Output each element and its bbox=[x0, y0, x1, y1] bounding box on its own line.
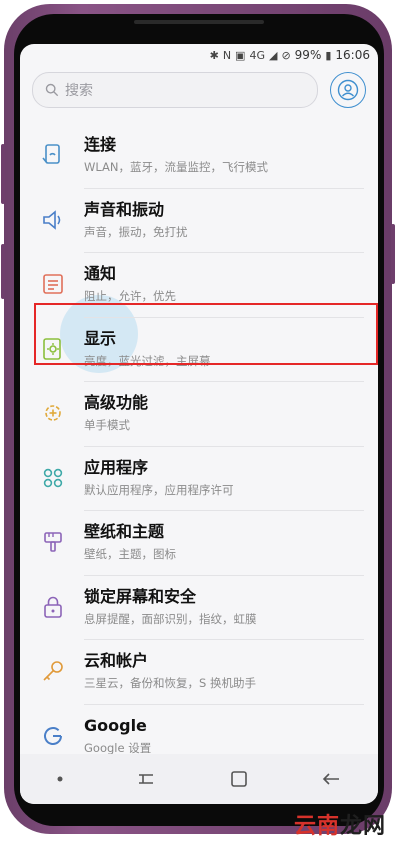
bluetooth-icon: ✱ bbox=[209, 48, 219, 62]
settings-list: 连接 WLAN，蓝牙，流量监控，飞行模式 声音和振动 声音，振动，免打扰 通知 … bbox=[20, 124, 378, 769]
do-not-disturb-icon: ⊘ bbox=[281, 48, 291, 62]
profile-button[interactable] bbox=[330, 72, 366, 108]
battery-level: 99% bbox=[294, 48, 322, 62]
item-title: 显示 bbox=[84, 328, 117, 348]
brush-icon bbox=[44, 532, 62, 552]
home-icon[interactable] bbox=[229, 769, 249, 789]
settings-screen: ✱ N ▣ 4G ◢ ⊘ 99% ▮ 16:06 搜索 连接 WLAN，蓝牙，流… bbox=[20, 44, 378, 804]
battery-icon: ▮ bbox=[325, 48, 332, 62]
speaker-icon bbox=[43, 209, 61, 230]
navigation-bar bbox=[20, 754, 378, 804]
item-title: 连接 bbox=[84, 135, 117, 154]
item-subtitle: 壁纸，主题，图标 bbox=[84, 547, 176, 561]
notification-icon bbox=[43, 274, 63, 294]
signal-icon: ◢ bbox=[268, 48, 278, 62]
key-icon bbox=[43, 661, 63, 681]
display-icon bbox=[43, 337, 61, 360]
watermark-part2: 龙网 bbox=[339, 814, 386, 839]
recent-apps-icon[interactable] bbox=[135, 769, 157, 789]
item-title: 高级功能 bbox=[84, 393, 149, 412]
item-subtitle: WLAN，蓝牙，流量监控，飞行模式 bbox=[84, 160, 269, 174]
item-subtitle: 阻止，允许，优先 bbox=[84, 289, 176, 303]
settings-item-apps[interactable]: 应用程序 默认应用程序，应用程序许可 bbox=[20, 447, 378, 511]
status-bar: ✱ N ▣ 4G ◢ ⊘ 99% ▮ 16:06 bbox=[20, 44, 378, 66]
apps-icon bbox=[43, 468, 63, 487]
item-subtitle: 默认应用程序，应用程序许可 bbox=[84, 482, 234, 497]
item-subtitle: 三星云，备份和恢复，S 换机助手 bbox=[84, 676, 256, 690]
settings-item-notifications[interactable]: 通知 阻止，允许，优先 bbox=[20, 253, 378, 318]
settings-item-display[interactable]: 显示 亮度，蓝光过滤，主屏幕 bbox=[20, 318, 378, 382]
settings-item-connections[interactable]: 连接 WLAN，蓝牙，流量监控，飞行模式 bbox=[20, 124, 378, 189]
item-subtitle: 声音，振动，免打扰 bbox=[84, 224, 188, 239]
item-subtitle: 单手模式 bbox=[84, 418, 130, 432]
item-subtitle: 亮度，蓝光过滤，主屏幕 bbox=[84, 353, 211, 368]
speaker-grille bbox=[134, 20, 264, 24]
power-button bbox=[391, 224, 395, 284]
lock-icon bbox=[44, 596, 62, 618]
item-title: Google bbox=[84, 715, 147, 735]
back-icon[interactable] bbox=[320, 769, 342, 789]
settings-item-sound[interactable]: 声音和振动 声音，振动，免打扰 bbox=[20, 189, 378, 253]
watermark-part1: 云南 bbox=[293, 814, 340, 839]
search-placeholder: 搜索 bbox=[65, 83, 93, 99]
signal-label: 4G bbox=[249, 48, 265, 62]
dot-icon[interactable] bbox=[56, 775, 64, 783]
bixby-button bbox=[1, 244, 5, 299]
item-title: 云和帐户 bbox=[84, 651, 149, 670]
link-icon bbox=[42, 144, 60, 164]
account-icon bbox=[337, 79, 359, 101]
settings-item-lockscreen[interactable]: 锁定屏幕和安全 息屏提醒，面部识别，指纹，虹膜 bbox=[20, 576, 378, 640]
item-title: 应用程序 bbox=[84, 457, 149, 477]
item-title: 壁纸和主题 bbox=[84, 522, 165, 541]
nfc-icon: N bbox=[222, 48, 232, 62]
item-title: 锁定屏幕和安全 bbox=[84, 586, 197, 606]
google-icon bbox=[44, 726, 62, 745]
item-title: 声音和振动 bbox=[84, 199, 165, 219]
clock: 16:06 bbox=[335, 48, 370, 62]
search-input[interactable]: 搜索 bbox=[32, 72, 318, 108]
settings-item-wallpaper[interactable]: 壁纸和主题 壁纸，主题，图标 bbox=[20, 511, 378, 576]
phone-frame: ✱ N ▣ 4G ◢ ⊘ 99% ▮ 16:06 搜索 连接 WLAN，蓝牙，流… bbox=[1, 4, 395, 834]
item-title: 通知 bbox=[84, 264, 117, 283]
watermark: 云南龙网 bbox=[294, 808, 386, 840]
volume-button bbox=[1, 144, 5, 204]
settings-item-advanced[interactable]: 高级功能 单手模式 bbox=[20, 382, 378, 447]
item-subtitle: 息屏提醒，面部识别，指纹，虹膜 bbox=[84, 611, 257, 626]
search-row: 搜索 bbox=[32, 72, 366, 108]
settings-item-cloud[interactable]: 云和帐户 三星云，备份和恢复，S 换机助手 bbox=[20, 640, 378, 705]
vibrate-icon: ▣ bbox=[235, 48, 246, 62]
gear-plus-icon bbox=[45, 405, 61, 421]
search-icon bbox=[45, 83, 59, 97]
